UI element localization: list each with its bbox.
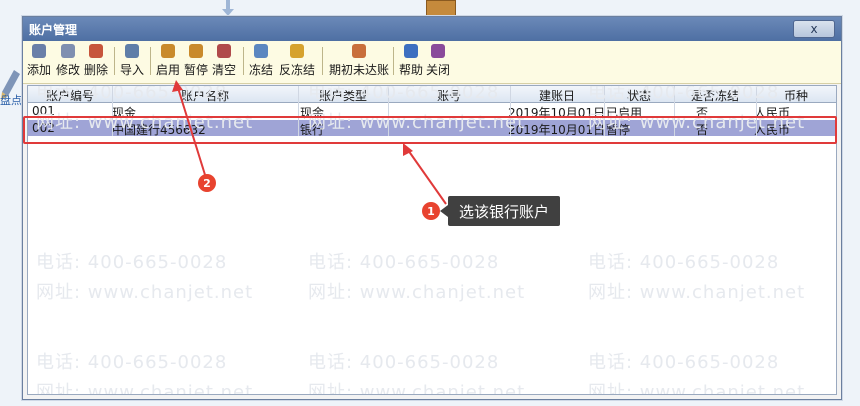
help-icon (404, 44, 418, 58)
edit-icon (61, 44, 75, 58)
toolbar-separator (150, 47, 151, 75)
watermark-phone: 电话: 400-665-0028 (36, 352, 228, 373)
instruction-tooltip: 选该银行账户 (440, 196, 560, 226)
toolbar-separator (243, 47, 244, 75)
toolbar-button-edit[interactable]: 修改 (56, 44, 80, 78)
step-badge-2: 2 (198, 174, 216, 192)
toolbar-button-close[interactable]: 关闭 (426, 44, 450, 78)
watermark-phone: 电话: 400-665-0028 (308, 85, 500, 103)
toolbar-button-label: 反冻结 (279, 63, 316, 77)
toolbar-button-label: 帮助 (399, 63, 424, 77)
close-x-icon: x (810, 22, 818, 36)
toolbar-button-enable[interactable]: 启用 (156, 44, 180, 78)
watermark-site: 网址: www.chanjet.net (36, 382, 254, 395)
toolbar-button-clear[interactable]: 清空 (212, 44, 236, 78)
toolbar-button-freeze[interactable]: 冻结 (249, 44, 273, 78)
freeze-icon (254, 44, 268, 58)
import-icon (125, 44, 139, 58)
watermark-phone: 电话: 400-665-0028 (308, 352, 500, 373)
toolbar-button-label: 关闭 (426, 63, 451, 77)
toolbar-button-pause[interactable]: 暂停 (184, 44, 208, 78)
watermark-phone: 电话: 400-665-0028 (588, 352, 780, 373)
watermark-site: 网址: www.chanjet.net (588, 282, 806, 303)
enable-icon (161, 44, 175, 58)
down-arrow-icon (222, 0, 234, 16)
toolbar: 添加 修改 删除 导入 启用 暂停 清空 冻结 反冻结 期初未达账 帮助 关闭 (23, 41, 841, 84)
watermark-phone: 电话: 400-665-0028 (36, 85, 228, 103)
toolbar-button-label: 暂停 (184, 63, 209, 77)
watermark-phone: 电话: 400-665-0028 (36, 252, 228, 273)
toolbar-button-help[interactable]: 帮助 (399, 44, 423, 78)
window-close-button[interactable]: x (793, 20, 835, 38)
toolbar-button-unfreeze[interactable]: 反冻结 (279, 44, 315, 78)
toolbar-button-add[interactable]: 添加 (27, 44, 51, 78)
watermark-site: 网址: www.chanjet.net (308, 382, 526, 395)
toolbar-separator (393, 47, 394, 75)
toolbar-button-label: 冻结 (249, 63, 274, 77)
toolbar-button-label: 添加 (27, 63, 52, 77)
toolbar-separator (114, 47, 115, 75)
watermark-site: 网址: www.chanjet.net (588, 382, 806, 395)
toolbar-separator (322, 47, 323, 75)
toolbar-button-label: 启用 (156, 63, 181, 77)
clear-icon (217, 44, 231, 58)
toolbar-button-delete[interactable]: 删除 (84, 44, 108, 78)
toolbar-button-label: 导入 (120, 63, 145, 77)
unfreeze-icon (290, 44, 304, 58)
watermark-phone: 电话: 400-665-0028 (308, 252, 500, 273)
toolbar-button-opening-balance[interactable]: 期初未达账 (329, 44, 389, 78)
toolbar-button-label: 期初未达账 (329, 63, 390, 77)
close-icon (431, 44, 445, 58)
step-badge-1: 1 (422, 202, 440, 220)
delete-icon (89, 44, 103, 58)
pause-icon (189, 44, 203, 58)
side-label: 盘点 (0, 94, 22, 107)
selection-highlight-box (23, 116, 837, 144)
toolbar-button-import[interactable]: 导入 (120, 44, 144, 78)
watermark-phone: 电话: 400-665-0028 (588, 252, 780, 273)
title-bar: 账户管理 x (23, 17, 841, 41)
watermark-site: 网址: www.chanjet.net (308, 282, 526, 303)
toolbar-button-label: 修改 (56, 63, 81, 77)
toolbar-button-label: 删除 (84, 63, 109, 77)
add-icon (32, 44, 46, 58)
watermark-phone: 电话: 400-665-0028 (588, 85, 780, 103)
window-title: 账户管理 (29, 23, 78, 37)
toolbar-button-label: 清空 (212, 63, 237, 77)
watermark-site: 网址: www.chanjet.net (36, 282, 254, 303)
opening-balance-icon (352, 44, 366, 58)
